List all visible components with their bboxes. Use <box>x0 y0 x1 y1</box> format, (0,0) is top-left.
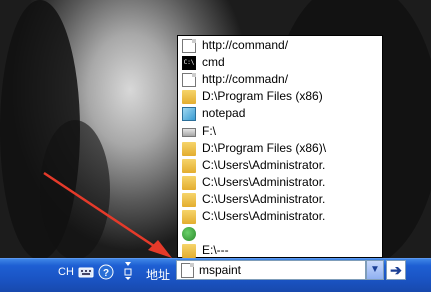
arrow-shaft <box>43 171 161 252</box>
annotation-arrow <box>43 171 172 258</box>
arrow-head <box>148 240 172 258</box>
